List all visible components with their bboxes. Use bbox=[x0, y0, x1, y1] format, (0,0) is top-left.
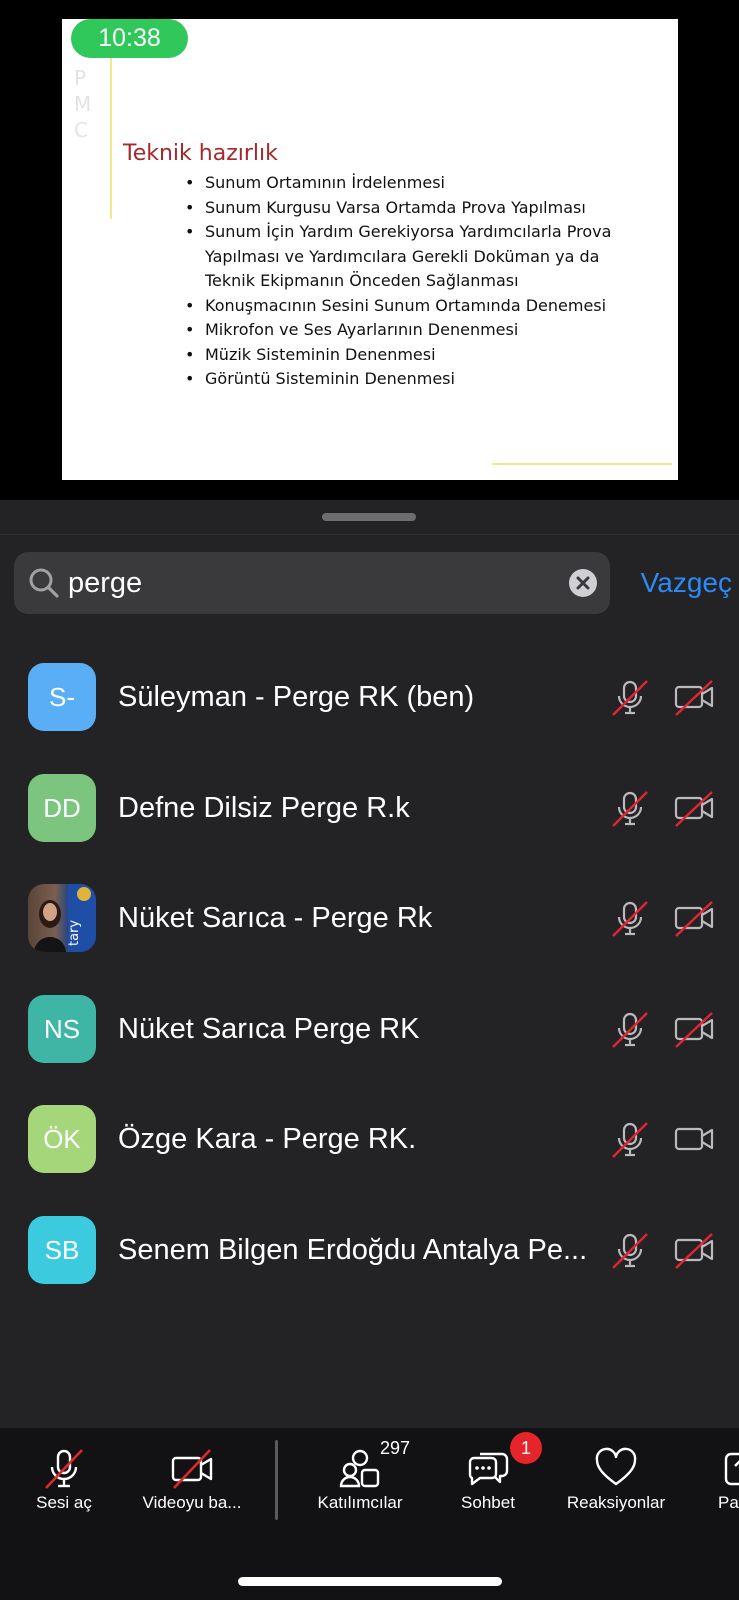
search-input[interactable] bbox=[68, 552, 548, 614]
start-video-button[interactable]: Videoyu ba... bbox=[132, 1428, 252, 1528]
participant-list: S- Süleyman - Perge RK (ben) DD Defne Di… bbox=[0, 642, 739, 1306]
search-bar[interactable] bbox=[14, 552, 610, 614]
mic-muted-icon[interactable] bbox=[610, 677, 650, 717]
chat-icon bbox=[468, 1452, 509, 1486]
clear-search-icon[interactable] bbox=[568, 568, 598, 598]
camera-icon[interactable] bbox=[672, 1119, 716, 1159]
mic-muted-icon[interactable] bbox=[610, 788, 650, 828]
reactions-label: Reaksiyonlar bbox=[566, 1493, 666, 1512]
divider bbox=[0, 534, 739, 535]
slide-decoration: PMC bbox=[74, 66, 92, 142]
share-icon bbox=[724, 1452, 739, 1486]
mic-muted-icon[interactable] bbox=[610, 1119, 650, 1159]
participant-name: Özge Kara - Perge RK. bbox=[118, 1123, 417, 1156]
slide-bullet: Müzik Sisteminin Denenmesi bbox=[181, 343, 641, 368]
meeting-toolbar: Sesi aç Videoyu ba... Katılımcılar 297 S… bbox=[0, 1428, 739, 1600]
search-icon bbox=[29, 568, 59, 598]
unmute-label: Sesi aç bbox=[36, 1493, 92, 1512]
unmute-button[interactable]: Sesi aç bbox=[14, 1428, 114, 1528]
participant-name: Nüket Sarıca Perge RK bbox=[118, 1012, 420, 1045]
participant-name: Süleyman - Perge RK (ben) bbox=[118, 681, 475, 713]
slide-bullet: Sunum Ortamının İrdelenmesi bbox=[181, 171, 641, 196]
video-label: Videoyu ba... bbox=[142, 1493, 242, 1512]
cancel-search-button[interactable]: Vazgeç bbox=[622, 552, 732, 614]
slide-bullet: Sunum İçin Yardım Gerekiyorsa Yardımcıla… bbox=[181, 220, 641, 294]
unread-badge: 1 bbox=[510, 1432, 542, 1464]
camera-off-icon[interactable] bbox=[672, 677, 716, 717]
share-button[interactable]: Pay bbox=[712, 1428, 739, 1528]
participant-name: Defne Dilsiz Perge R.k bbox=[118, 791, 410, 824]
participant-name: Senem Bilgen Erdoğdu Antalya Pe... bbox=[118, 1233, 588, 1266]
chat-label: Sohbet bbox=[461, 1493, 515, 1512]
participants-panel: Vazgeç S- Süleyman - Perge RK (ben) DD D… bbox=[0, 500, 739, 1428]
participant-name: Nüket Sarıca - Perge Rk bbox=[118, 902, 433, 935]
mic-muted-icon[interactable] bbox=[610, 1230, 650, 1270]
camera-off-icon bbox=[171, 1449, 213, 1489]
slide-bullet-list: Sunum Ortamının İrdelenmesi Sunum Kurgus… bbox=[181, 171, 641, 392]
mic-muted-icon[interactable] bbox=[610, 898, 650, 938]
camera-off-icon[interactable] bbox=[672, 898, 716, 938]
avatar-photo: tary bbox=[28, 884, 96, 953]
participants-count: 297 bbox=[380, 1438, 411, 1458]
mic-muted-icon bbox=[45, 1449, 83, 1489]
camera-off-icon[interactable] bbox=[672, 788, 716, 828]
avatar: ÖK bbox=[28, 1105, 96, 1174]
slide-bullet: Sunum Kurgusu Varsa Ortamda Prova Yapılm… bbox=[181, 196, 641, 221]
slide-footer-line bbox=[492, 463, 672, 465]
slide-title: Teknik hazırlık bbox=[123, 141, 278, 166]
camera-off-icon[interactable] bbox=[672, 1009, 716, 1049]
participants-icon bbox=[339, 1449, 380, 1488]
slide-bullet: Görüntü Sisteminin Denenmesi bbox=[181, 367, 641, 392]
participant-row[interactable]: S- Süleyman - Perge RK (ben) bbox=[0, 642, 739, 753]
presentation-slide: PMC Teknik hazırlık Sunum Ortamının İrde… bbox=[62, 19, 678, 480]
avatar: NS bbox=[28, 994, 96, 1063]
toolbar-separator bbox=[275, 1440, 278, 1520]
mic-muted-icon[interactable] bbox=[610, 1009, 650, 1049]
participants-label: Katılımcılar bbox=[317, 1493, 403, 1512]
reactions-button[interactable]: Reaksiyonlar bbox=[556, 1428, 676, 1528]
participant-row[interactable]: SB Senem Bilgen Erdoğdu Antalya Pe... bbox=[0, 1195, 739, 1306]
slide-bullet: Konuşmacının Sesini Sunum Ortamında Dene… bbox=[181, 294, 641, 319]
camera-off-icon[interactable] bbox=[672, 1230, 716, 1270]
home-indicator[interactable] bbox=[238, 1577, 502, 1586]
participant-row[interactable]: ÖK Özge Kara - Perge RK. bbox=[0, 1084, 739, 1195]
avatar: SB bbox=[28, 1215, 96, 1284]
panel-drag-handle[interactable] bbox=[322, 513, 416, 521]
person-photo-icon: tary bbox=[34, 884, 96, 953]
slide-accent-line bbox=[110, 57, 112, 219]
avatar: DD bbox=[28, 773, 96, 842]
participant-row[interactable]: NS Nüket Sarıca Perge RK bbox=[0, 974, 739, 1085]
participant-row[interactable]: tary Nüket Sarıca - Perge Rk bbox=[0, 863, 739, 974]
svg-text:tary: tary bbox=[67, 920, 82, 946]
share-label: Pay bbox=[718, 1493, 739, 1512]
slide-bullet: Mikrofon ve Ses Ayarlarının Denenmesi bbox=[181, 318, 641, 343]
participant-row[interactable]: DD Defne Dilsiz Perge R.k bbox=[0, 753, 739, 864]
heart-icon bbox=[595, 1447, 637, 1486]
status-time: 10:38 bbox=[71, 19, 188, 58]
avatar: S- bbox=[28, 663, 96, 731]
shared-screen[interactable]: PMC Teknik hazırlık Sunum Ortamının İrde… bbox=[0, 0, 739, 500]
